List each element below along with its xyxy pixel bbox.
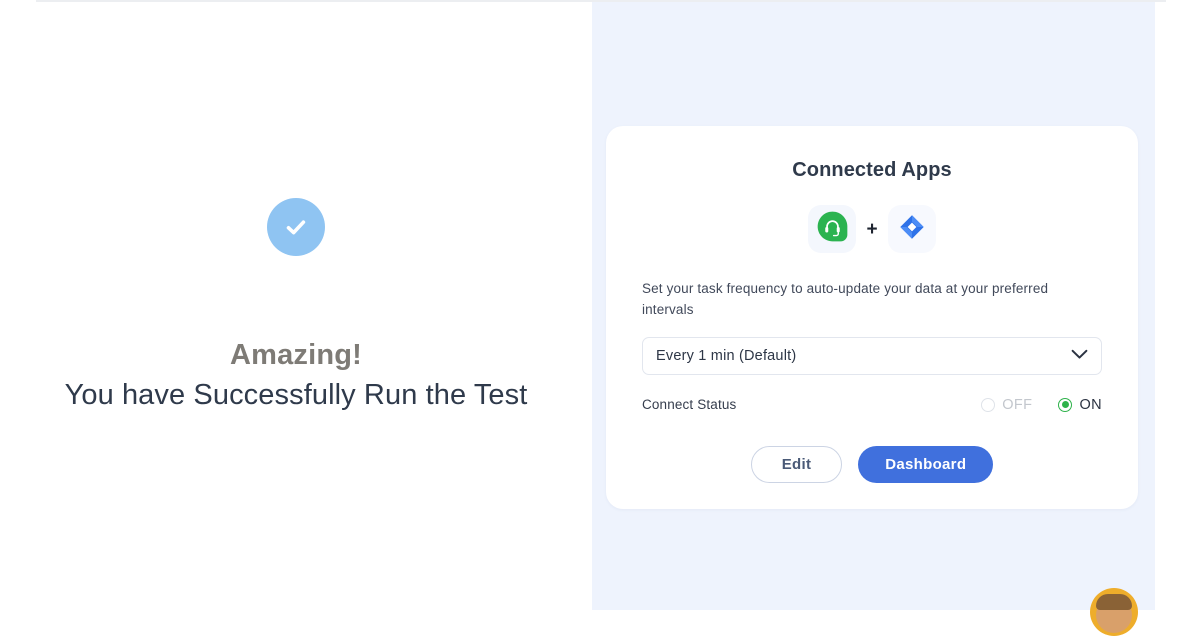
edit-button[interactable]: Edit	[750, 445, 843, 483]
radio-selected-icon	[1058, 397, 1073, 412]
connect-status-radio-group: OFF ON	[981, 397, 1102, 413]
success-panel: Amazing! You have Successfully Run the T…	[0, 2, 592, 610]
success-headline: Amazing!	[229, 339, 363, 372]
plus-icon: +	[866, 218, 878, 240]
card-title: Connected Apps	[792, 159, 952, 181]
dashboard-button[interactable]: Dashboard	[858, 445, 994, 483]
app-tile-jira[interactable]	[887, 205, 936, 253]
app-tile-helpdesk[interactable]	[808, 205, 857, 253]
jira-diamond-icon	[899, 214, 925, 245]
card-actions: Edit Dashboard	[642, 445, 1102, 483]
check-circle-icon	[267, 198, 325, 257]
connected-apps-panel: Connected Apps + Set your task frequency…	[592, 2, 1155, 636]
app-screen: Amazing! You have Successfully Run the T…	[0, 0, 1200, 636]
radio-unselected-icon	[981, 397, 996, 412]
connect-status-option-off[interactable]: OFF	[981, 397, 1032, 413]
frequency-select[interactable]: Every 1 min (Default)	[642, 336, 1102, 375]
success-subheadline: You have Successfully Run the Test	[64, 379, 528, 412]
connect-status-option-on[interactable]: ON	[1058, 397, 1102, 413]
connect-status-option-off-label: OFF	[1002, 396, 1033, 413]
avatar-hair	[1096, 594, 1132, 610]
chat-widget-avatar[interactable]	[1090, 588, 1138, 636]
connected-app-icons: +	[642, 205, 1102, 253]
frequency-description: Set your task frequency to auto-update y…	[642, 281, 1049, 317]
connected-apps-card: Connected Apps + Set your task frequency…	[606, 126, 1138, 509]
connect-status-option-on-label: ON	[1079, 396, 1102, 413]
connect-status-label: Connect Status	[642, 397, 737, 413]
frequency-select-value: Every 1 min (Default)	[656, 347, 797, 364]
connect-status-row: Connect Status OFF ON	[642, 397, 1102, 413]
headset-icon	[816, 210, 849, 248]
chevron-down-icon	[1071, 347, 1088, 365]
